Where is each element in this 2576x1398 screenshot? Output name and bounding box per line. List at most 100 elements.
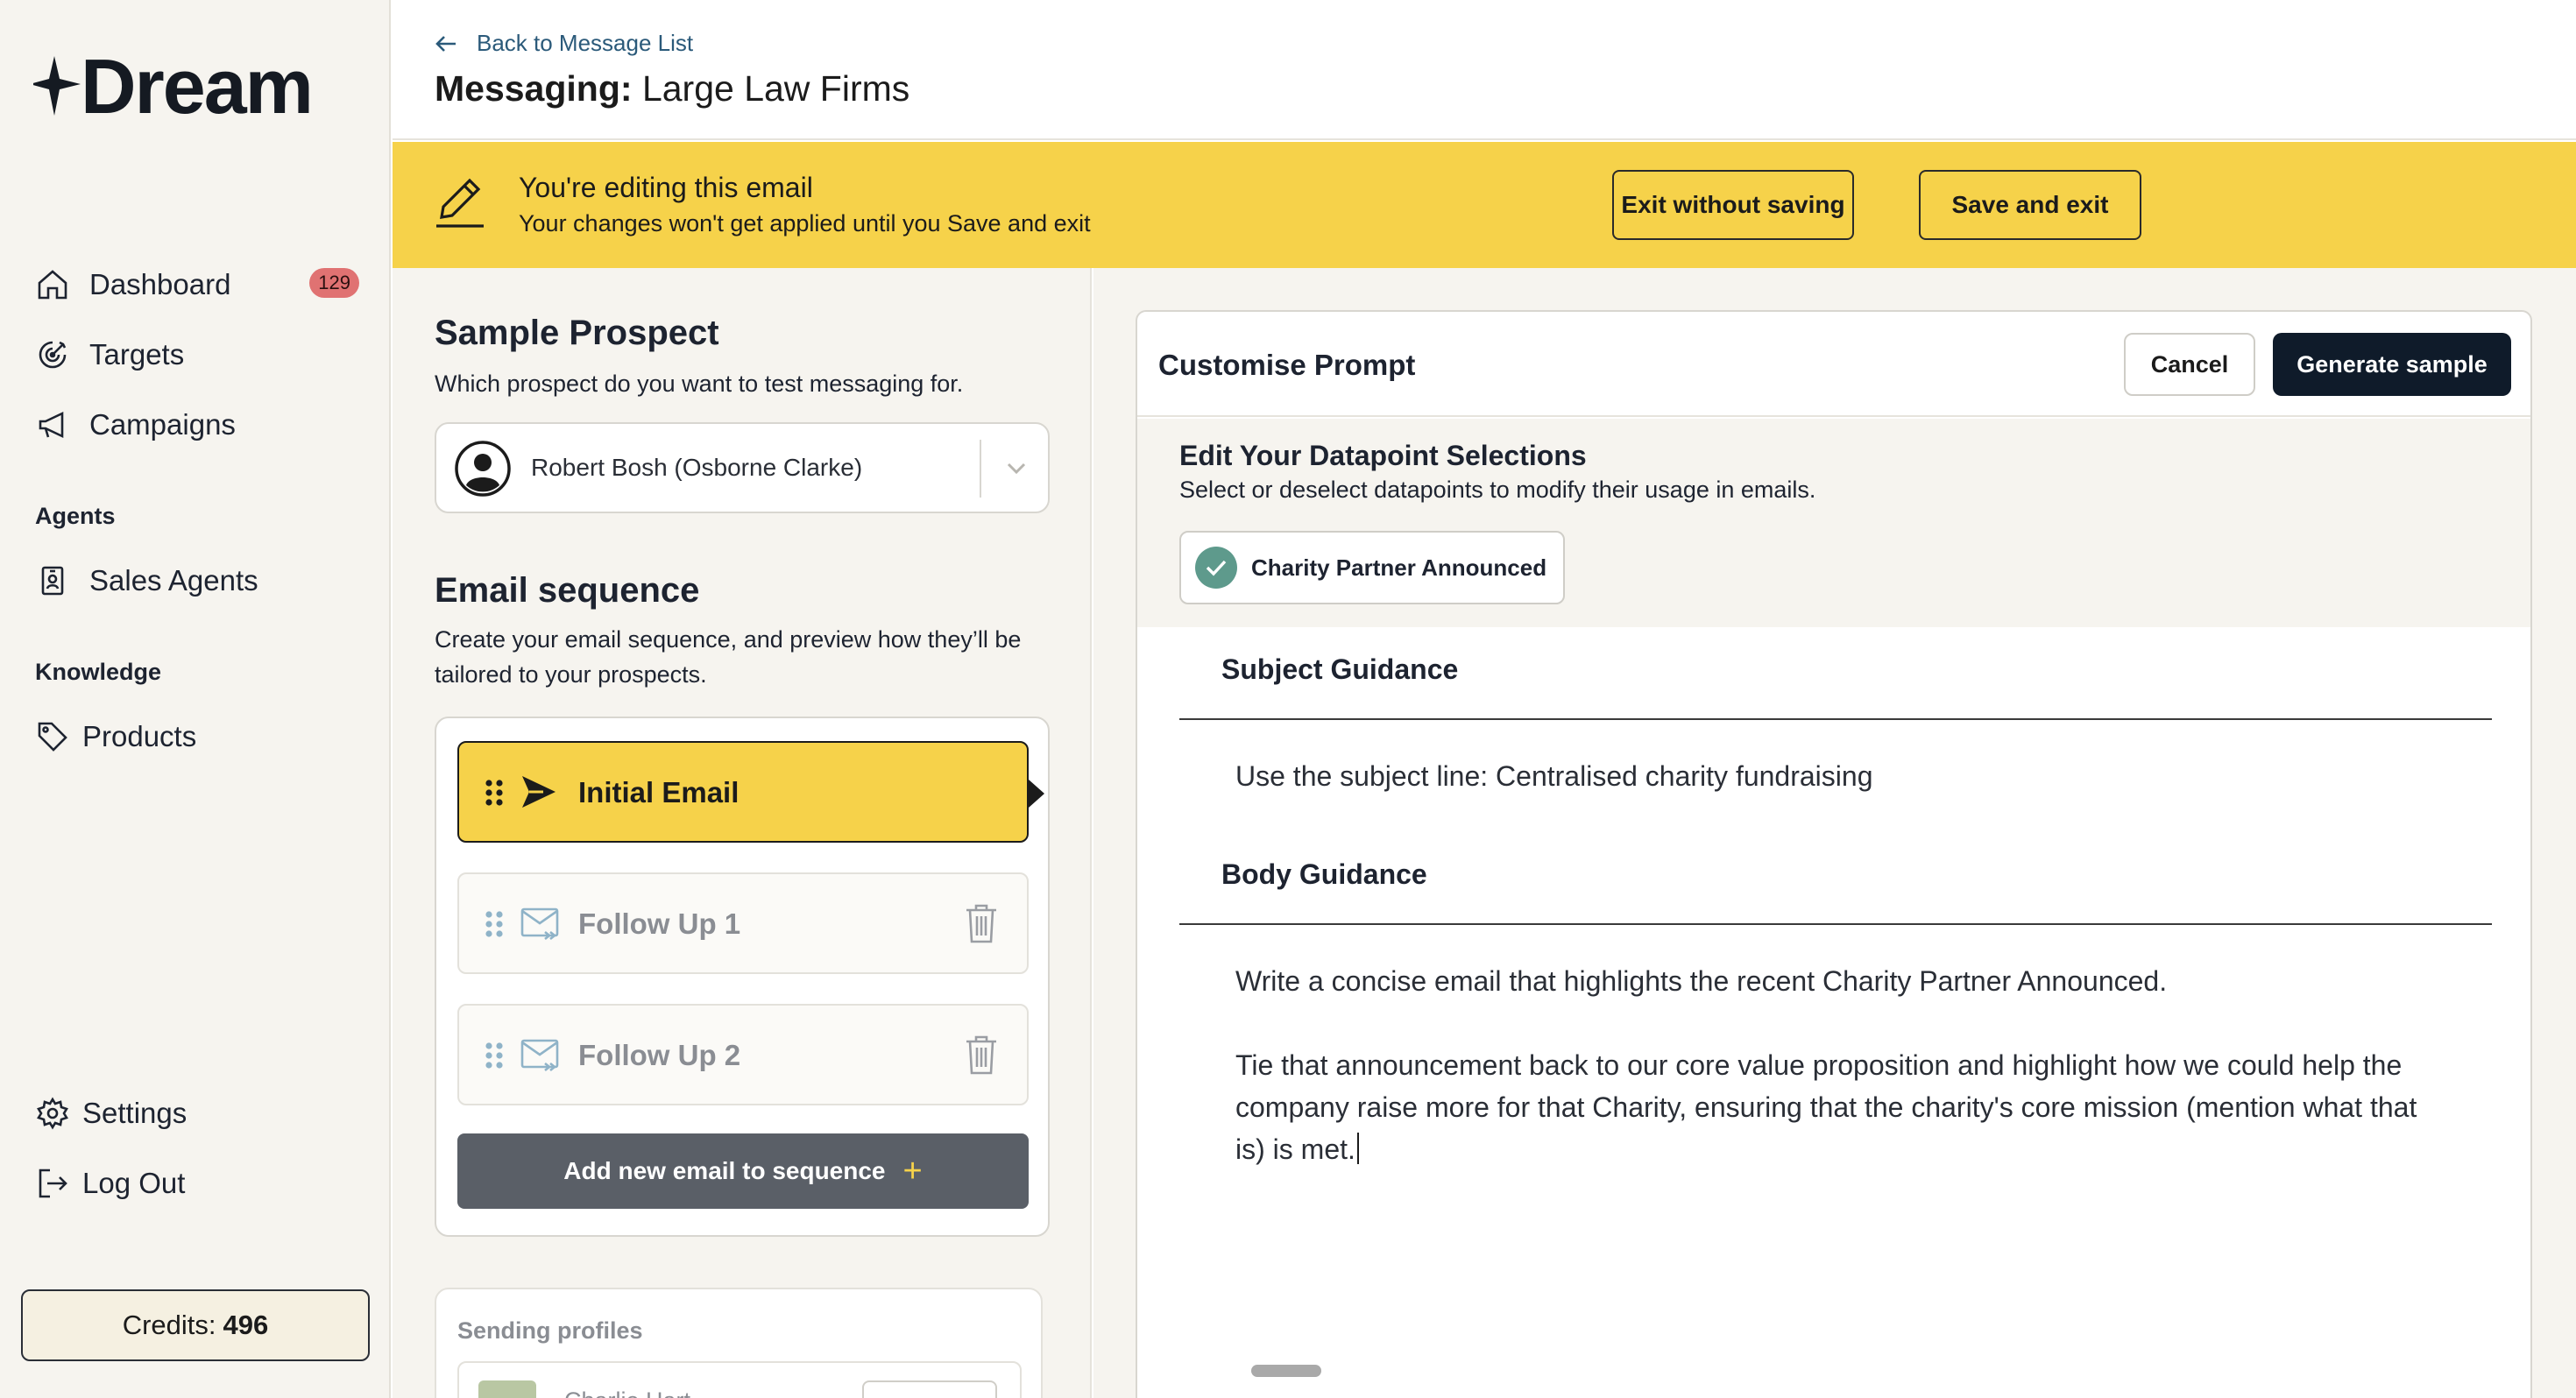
save-and-exit-button[interactable]: Save and exit <box>1919 170 2141 240</box>
profile-name: Charlie Hart <box>564 1387 690 1398</box>
home-icon <box>35 267 70 302</box>
body-paragraph-2-text: Tie that announcement back to our core v… <box>1235 1049 2417 1165</box>
plus-icon: + <box>902 1152 923 1190</box>
nav-sales-agents-label: Sales Agents <box>89 564 258 597</box>
logo-text: Dream <box>81 43 314 130</box>
arrow-left-icon <box>435 35 456 52</box>
prompt-card-header: Customise Prompt Cancel Generate sample <box>1137 312 2530 417</box>
credits-value: 496 <box>223 1310 269 1340</box>
drag-handle-icon[interactable] <box>485 911 503 942</box>
section-agents: Agents <box>35 503 116 529</box>
sending-profiles: Sending profiles Charlie Hart <box>435 1288 1043 1398</box>
gear-icon <box>35 1096 70 1131</box>
nav-settings[interactable]: Settings <box>35 1091 359 1135</box>
cancel-button[interactable]: Cancel <box>2124 333 2255 396</box>
notification-badge: 129 <box>309 268 359 298</box>
tag-icon <box>35 719 70 754</box>
email-sequence-list: Initial Email Follow Up 1 Follow Up 2 Ad… <box>435 717 1050 1237</box>
editing-banner: You're editing this email Your changes w… <box>393 142 2576 268</box>
subject-guidance-header: Subject Guidance <box>1179 627 2492 720</box>
back-to-message-list-link[interactable]: Back to Message List <box>435 30 693 57</box>
text-cursor <box>1356 1133 1359 1164</box>
send-icon <box>520 774 557 814</box>
page-title-prefix: Messaging: <box>435 68 633 109</box>
dream-logo[interactable]: Dream <box>33 43 314 130</box>
user-avatar-icon <box>454 440 512 498</box>
generate-sample-button[interactable]: Generate sample <box>2273 333 2511 396</box>
mail-forward-icon <box>520 1037 561 1077</box>
prospect-select[interactable]: Robert Bosh (Osborne Clarke) <box>435 422 1050 513</box>
trash-icon[interactable] <box>964 902 999 949</box>
nav-logout-label: Log Out <box>82 1167 186 1199</box>
subject-guidance-text[interactable]: Use the subject line: Centralised charit… <box>1235 755 2445 797</box>
section-knowledge: Knowledge <box>35 659 162 685</box>
profile-action-button[interactable] <box>862 1380 997 1398</box>
active-indicator-arrow <box>1029 780 1044 808</box>
body-guidance-editor[interactable]: Write a concise email that highlights th… <box>1235 960 2445 1170</box>
datapoint-selection-section: Edit Your Datapoint Selections Select or… <box>1137 419 2530 627</box>
sample-prospect-title: Sample Prospect <box>435 314 719 352</box>
pencil-icon <box>433 173 487 236</box>
datapoint-chip[interactable]: Charity Partner Announced <box>1179 531 1565 604</box>
add-email-to-sequence-button[interactable]: Add new email to sequence + <box>457 1133 1029 1209</box>
body-paragraph-2: Tie that announcement back to our core v… <box>1235 1044 2445 1170</box>
sequence-item-label: Follow Up 1 <box>578 907 741 940</box>
select-divider <box>980 440 981 498</box>
nav-targets[interactable]: Targets <box>35 333 359 377</box>
credits-label: Credits: <box>122 1310 216 1340</box>
datapoint-subtitle: Select or deselect datapoints to modify … <box>1179 477 1816 503</box>
page-title: Messaging: Large Law Firms <box>435 68 909 109</box>
banner-title: You're editing this email <box>519 172 813 203</box>
nav-dashboard-label: Dashboard <box>89 268 231 300</box>
body-guidance-header: Body Guidance <box>1179 832 2492 925</box>
prospect-selected-value: Robert Bosh (Osborne Clarke) <box>531 454 863 481</box>
sidebar: Dream Dashboard 129 Targets Campaigns Ag… <box>0 0 391 1398</box>
sequence-item-follow-up-1[interactable]: Follow Up 1 <box>457 872 1029 974</box>
resize-handle[interactable] <box>1251 1365 1321 1377</box>
mail-forward-icon <box>520 906 561 945</box>
nav-settings-label: Settings <box>82 1097 188 1129</box>
target-icon <box>35 337 70 372</box>
left-panel: Sample Prospect Which prospect do you wa… <box>393 268 1092 1398</box>
id-badge-icon <box>35 563 70 598</box>
credits-display[interactable]: Credits: 496 <box>21 1289 370 1361</box>
sample-prospect-subtitle: Which prospect do you want to test messa… <box>435 371 964 397</box>
drag-handle-icon[interactable] <box>485 1042 503 1073</box>
chevron-down-icon[interactable] <box>1004 455 1029 484</box>
sequence-item-follow-up-2[interactable]: Follow Up 2 <box>457 1004 1029 1105</box>
datapoint-chip-label: Charity Partner Announced <box>1251 554 1547 581</box>
customise-prompt-title: Customise Prompt <box>1158 349 1416 381</box>
nav-campaigns-label: Campaigns <box>89 408 236 441</box>
body-paragraph-1: Write a concise email that highlights th… <box>1235 965 2168 997</box>
nav-logout[interactable]: Log Out <box>35 1161 359 1205</box>
nav-sales-agents[interactable]: Sales Agents <box>35 559 359 603</box>
back-link-label: Back to Message List <box>477 30 694 56</box>
nav-products-label: Products <box>82 720 197 752</box>
sequence-item-initial-email[interactable]: Initial Email <box>457 741 1044 843</box>
sparkle-icon <box>33 56 81 116</box>
exit-without-saving-button[interactable]: Exit without saving <box>1612 170 1854 240</box>
check-circle-icon <box>1195 547 1237 589</box>
email-sequence-title: Email sequence <box>435 571 700 610</box>
banner-subtitle: Your changes won't get applied until you… <box>519 210 1091 237</box>
sequence-item-label: Follow Up 2 <box>578 1039 741 1071</box>
page-title-name: Large Law Firms <box>641 68 910 109</box>
page-header: Back to Message List Messaging: Large La… <box>393 0 2576 140</box>
right-panel: Customise Prompt Cancel Generate sample … <box>1093 268 2576 1398</box>
nav-targets-label: Targets <box>89 338 185 371</box>
sending-profiles-title: Sending profiles <box>457 1317 643 1344</box>
logout-icon <box>35 1166 70 1201</box>
nav-products[interactable]: Products <box>35 715 359 759</box>
sequence-item-label: Initial Email <box>578 776 740 808</box>
drag-handle-icon[interactable] <box>485 780 503 810</box>
trash-icon[interactable] <box>964 1034 999 1080</box>
add-email-label: Add new email to sequence <box>563 1157 886 1184</box>
sending-profile-row[interactable]: Charlie Hart <box>457 1361 1022 1398</box>
nav-dashboard[interactable]: Dashboard 129 <box>35 263 359 307</box>
nav-campaigns[interactable]: Campaigns <box>35 403 359 447</box>
datapoint-title: Edit Your Datapoint Selections <box>1179 440 1587 471</box>
email-sequence-subtitle: Create your email sequence, and preview … <box>435 626 1022 688</box>
profile-avatar <box>478 1380 536 1398</box>
subject-guidance-label: Subject Guidance <box>1221 653 1459 685</box>
customise-prompt-card: Customise Prompt Cancel Generate sample … <box>1136 310 2532 1398</box>
